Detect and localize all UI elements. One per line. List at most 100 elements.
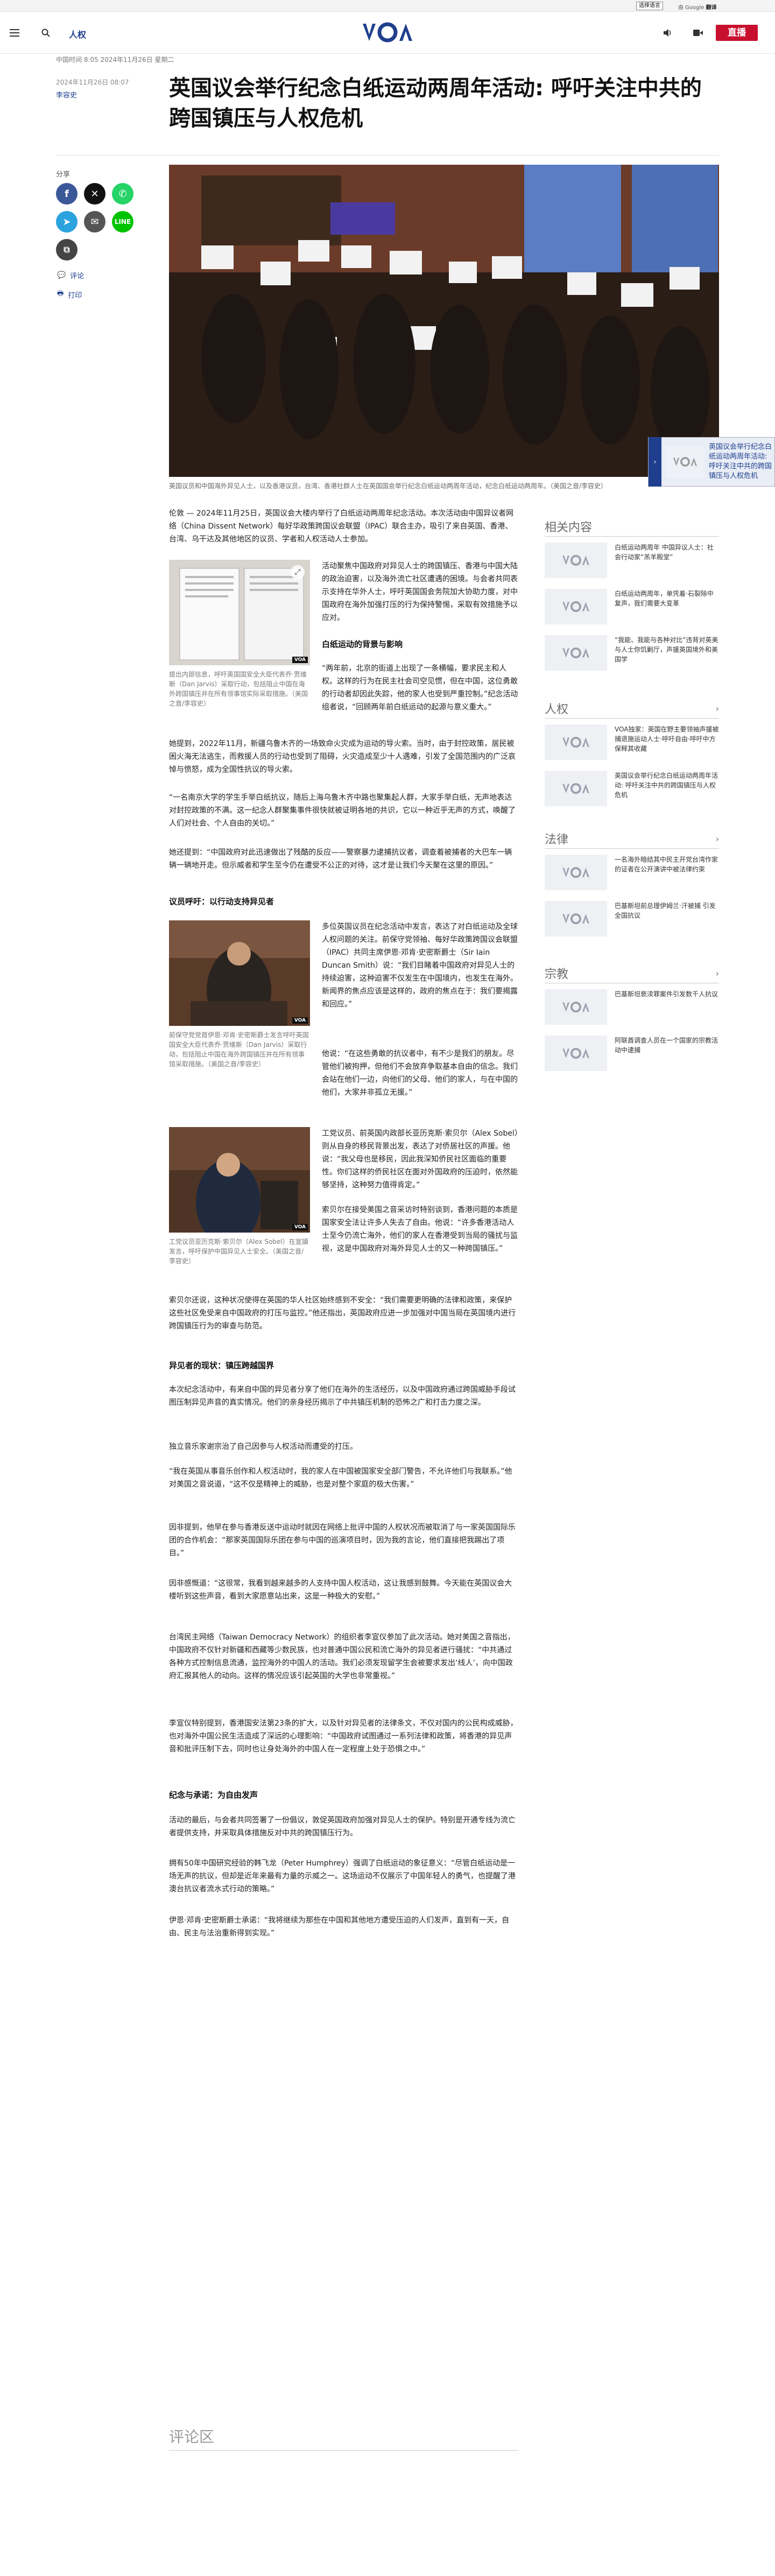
rail-divider xyxy=(545,718,719,719)
fullscreen-icon[interactable]: ⤢ xyxy=(291,565,305,579)
inline-caption-2: 前保守党党首伊恩·邓肯·史密斯爵士发言呼吁英国国安全大臣代表乔·贾维斯（Dan … xyxy=(169,1031,309,1068)
rail-item[interactable]: 巴基斯坦亵渎罪案件引发数千人抗议 xyxy=(545,989,719,1025)
chevron-right-icon: › xyxy=(715,703,719,714)
voa-thumbnail-logo xyxy=(545,543,607,578)
subheading: 议员呼吁：以行动支持异见者 xyxy=(169,897,274,906)
line-share-icon[interactable]: LINE xyxy=(112,211,133,233)
print-link-label: 打印 xyxy=(68,291,82,300)
section-nav-human-rights[interactable]: 人权 xyxy=(69,27,86,40)
related-title: 相关内容 xyxy=(545,521,593,534)
related-heading[interactable]: 相关内容 xyxy=(545,518,719,535)
language-select[interactable]: 选择语言 xyxy=(636,2,663,10)
chevron-right-icon: › xyxy=(715,968,719,979)
religion-heading[interactable]: 宗教 › xyxy=(545,965,719,982)
whatsapp-share-icon[interactable]: ✆ xyxy=(112,183,133,205)
paragraph: “一名南京大学的学生手举白纸抗议，随后上海乌鲁木齐中路也聚集起人群，大家手举白纸… xyxy=(169,793,516,828)
paragraph: 伊恩·邓肯·史密斯爵士承诺：“我将继续为那些在中国和其他地方遭受压迫的人们发声，… xyxy=(169,1916,510,1938)
voa-thumbnail-logo xyxy=(545,855,607,890)
rail-item[interactable]: 一名海外暗结其中民主开党台湾作家的证者在公开演讲中被法律约束 xyxy=(545,855,719,890)
paragraph: 拥有50年中国研究经验的韩飞龙（Peter Humphrey）强调了白纸运动的象… xyxy=(169,1859,516,1894)
paragraph: 活动的最后，与会者共同签署了一份倡议，敦促英国政府加强对异见人士的保护。特别是开… xyxy=(169,1816,516,1838)
paragraph: 本次纪念活动中，有来自中国的异见者分享了他们在海外的生活经历，以及中国政府通过跨… xyxy=(169,1385,516,1407)
voa-watermark: VOA xyxy=(292,1017,308,1024)
floating-card-title: 英国议会举行纪念白纸运动两周年活动: 呼吁关注中共的跨国镇压与人权危机 xyxy=(709,443,772,480)
human-rights-heading[interactable]: 人权 › xyxy=(545,700,719,717)
rail-item-title: 英国议会举行纪念白纸运动两周年活动: 呼吁关注中共的跨国镇压与人权危机 xyxy=(615,772,718,799)
expand-icon[interactable]: › xyxy=(649,437,661,487)
rail-item-title: VOA独家：英国在野主要领袖声援被捕退施运动人士·呼吁自由·呼吁中方保释其收藏 xyxy=(615,726,719,752)
related-item-title: 白纸运动两周年 中国异议人士：社会行动家“羔羊殿堂” xyxy=(615,544,714,561)
paragraph: 台湾民主网络（Taiwan Democracy Network）的组织者李宣仪参… xyxy=(169,1633,515,1680)
rail-item[interactable]: VOA独家：英国在野主要领袖声援被捕退施运动人士·呼吁自由·呼吁中方保释其收藏 xyxy=(545,724,719,760)
paragraph: 因非提到，他早在参与香港反送中运动时就因在网络上批评中国的人权状况而被取消了与一… xyxy=(169,1523,516,1558)
inline-image-3[interactable]: VOA xyxy=(169,1127,310,1233)
search-icon[interactable] xyxy=(39,26,53,40)
share-label: 分享 xyxy=(56,171,71,179)
paragraph: 索贝尔在接受美国之音采访时特别谈到，香港问题的本质是国家安全法让许多人失去了自由… xyxy=(322,1206,518,1253)
title-divider xyxy=(56,155,719,156)
rail-item-title: 一名海外暗结其中民主开党台湾作家的证者在公开演讲中被法律约束 xyxy=(615,856,718,873)
paragraph: “我在英国从事音乐创作和人权活动时，我的家人在中国被国家安全部门警告，不允许他们… xyxy=(169,1467,512,1489)
live-button[interactable]: 直播 xyxy=(716,25,758,41)
publish-date: 2024年11月26日 08:07 xyxy=(56,79,129,86)
human-rights-title: 人权 xyxy=(545,703,569,716)
chevron-right-icon: › xyxy=(715,833,719,844)
paragraph: 索贝尔还说，这种状况使得在英国的华人社区始终感到不安全：“我们需要更明确的法律和… xyxy=(169,1296,516,1331)
paragraph: 独立音乐家谢宗治了自己因参与人权活动而遭受的打压。 xyxy=(169,1442,357,1451)
law-title: 法律 xyxy=(545,833,569,847)
page-title: 英国议会举行纪念白纸运动两周年活动: 呼吁关注中共的跨国镇压与人权危机 xyxy=(169,76,702,131)
comments-heading: 评论区 xyxy=(169,2428,215,2446)
site-header: 人权 直播 xyxy=(0,12,775,54)
author-link[interactable]: 李容史 xyxy=(56,89,77,100)
translate-label: 翻译 xyxy=(706,5,717,11)
hero-image xyxy=(169,165,719,477)
inline-caption-1: 提出内部信息，呼吁英国国安全大臣代表乔·贾维斯（Dan Jarvis）采取行动，… xyxy=(169,671,308,707)
voa-logo[interactable] xyxy=(361,19,414,45)
comment-icon: 💬 xyxy=(57,271,66,279)
related-item-title: “我能、我能与各种对比”违背对英美与人士你饥剿厅，声援英国境外和美国学 xyxy=(615,636,718,663)
audio-icon[interactable] xyxy=(661,26,675,40)
rail-item[interactable]: 英国议会举行纪念白纸运动两周年活动: 呼吁关注中共的跨国镇压与人权危机 xyxy=(545,771,719,806)
paragraph: 李宣仪特别提到，香港国安法第23条的扩大，以及针对异见者的法律条文，不仅对国内的… xyxy=(169,1719,518,1754)
comment-link[interactable]: 💬 评论 xyxy=(57,270,84,280)
rail-item-title: 巴基斯坦前总理伊姆兰·汗被捕 引发全国抗议 xyxy=(615,902,716,919)
voa-thumbnail-logo xyxy=(545,771,607,806)
voa-thumbnail-logo xyxy=(545,635,607,671)
subheading: 白纸运动的背景与影响 xyxy=(322,639,403,649)
law-heading[interactable]: 法律 › xyxy=(545,830,719,847)
video-icon[interactable] xyxy=(691,26,705,40)
rail-item-title: 阿联酋调查人员在一个国家的宗教活动中逮捕 xyxy=(615,1037,718,1054)
translate-bar: 选择语言 由 Google 翻译 xyxy=(0,0,775,12)
telegram-share-icon[interactable]: ➤ xyxy=(56,211,78,233)
voa-thumbnail-logo xyxy=(545,589,607,624)
related-item[interactable]: “我能、我能与各种对比”违背对英美与人士你饥剿厅，声援英国境外和美国学 xyxy=(545,635,719,671)
print-link[interactable]: 🖶 打印 xyxy=(57,288,82,300)
subheading: 纪念与承诺：为自由发声 xyxy=(169,1790,258,1800)
x-share-icon[interactable]: ✕ xyxy=(84,183,105,205)
print-icon: 🖶 xyxy=(57,290,64,298)
email-share-icon[interactable]: ✉ xyxy=(84,211,105,233)
related-item[interactable]: 白纸运动两周年，单凭着·石裂除中复声，我们需要大变革 xyxy=(545,589,719,624)
inline-image-2[interactable]: VOA xyxy=(169,920,310,1026)
paragraph: 多位英国议员在纪念活动中发言，表达了对白纸运动及全球人权问题的关注。前保守党领袖… xyxy=(322,923,518,1009)
powered-by: 由 Google xyxy=(678,5,704,11)
menu-icon[interactable] xyxy=(8,26,22,40)
facebook-share-icon[interactable]: f xyxy=(56,183,78,205)
voa-watermark: VOA xyxy=(292,1224,308,1230)
comment-link-label: 评论 xyxy=(70,272,84,280)
rail-item[interactable]: 巴基斯坦前总理伊姆兰·汗被捕 引发全国抗议 xyxy=(545,901,719,937)
rail-item[interactable]: 阿联酋调查人员在一个国家的宗教活动中逮捕 xyxy=(545,1036,719,1071)
inline-image-1[interactable]: ⤢ VOA xyxy=(169,560,310,665)
breadcrumb: 中国时间 8:05 2024年11月26日 星期二 xyxy=(56,56,174,64)
floating-now-playing-card[interactable]: › 英国议会举行纪念白纸运动两周年活动: 呼吁关注中共的跨国镇压与人权危机 xyxy=(648,437,775,487)
rail-item-title: 巴基斯坦亵渎罪案件引发数千人抗议 xyxy=(615,990,718,998)
related-item[interactable]: 白纸运动两周年 中国异议人士：社会行动家“羔羊殿堂” xyxy=(545,543,719,578)
religion-title: 宗教 xyxy=(545,968,569,981)
paragraph: 她还提到：“中国政府对此迅速做出了残酷的反应——警察暴力逮捕抗议者，调查着被捕者… xyxy=(169,848,512,870)
hero-caption: 英国议员和中国海外异见人士，以及香港议员，台湾、香港社群人士在英国国会举行纪念白… xyxy=(169,482,608,490)
related-item-title: 白纸运动两周年，单凭着·石裂除中复声，我们需要大变革 xyxy=(615,590,714,607)
paragraph: 工党议员、前英国内政部长亚历克斯·索贝尔（Alex Sobel）则从自身的移民背… xyxy=(322,1129,518,1190)
paragraph: 他说：“在这些勇敢的抗议者中，有不少是我们的朋友。尽管他们被拘押，但他们不会放弃… xyxy=(322,1050,518,1097)
rail-divider xyxy=(545,536,719,537)
copy-link-icon[interactable]: ⧉ xyxy=(56,239,78,261)
